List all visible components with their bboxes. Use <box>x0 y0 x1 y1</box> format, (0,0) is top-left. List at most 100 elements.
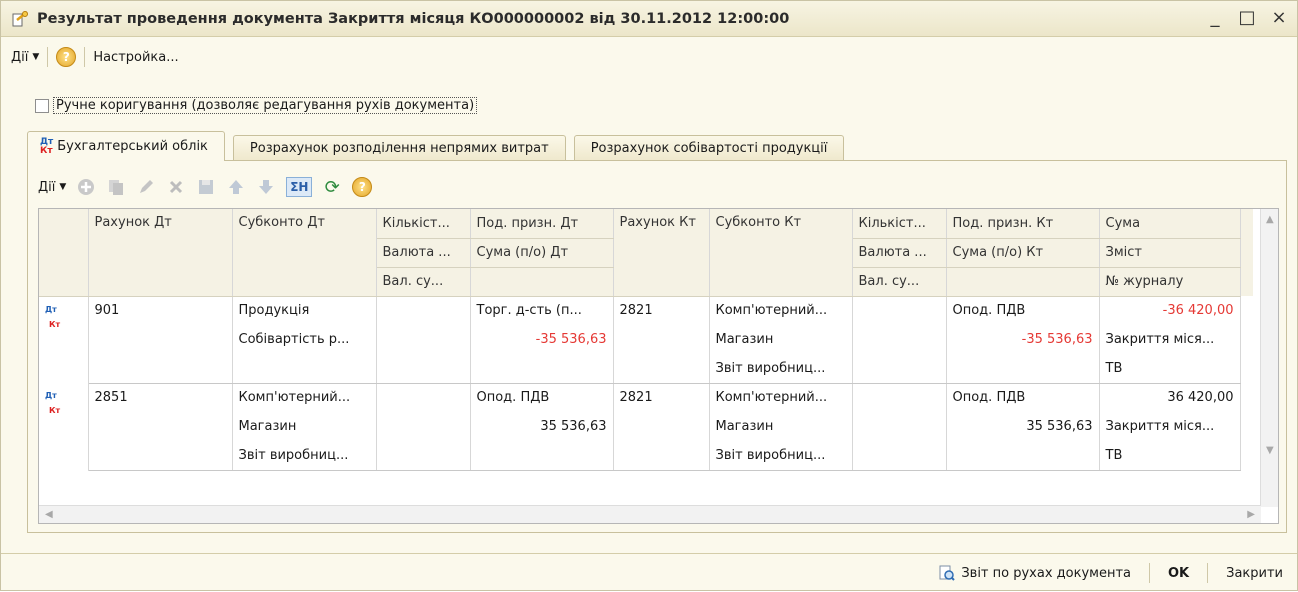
cell-dt-subconto[interactable]: Комп'ютерний... <box>232 383 377 412</box>
column-header-kt-account[interactable]: Рахунок Кт <box>613 209 710 297</box>
cell-kt-account[interactable] <box>613 354 710 384</box>
ok-button[interactable]: OK <box>1168 566 1189 581</box>
vertical-scrollbar[interactable]: ▲ ▼ <box>1260 209 1278 507</box>
cell-dt-subconto[interactable]: Собівартість р... <box>232 325 377 354</box>
edit-pencil-icon[interactable] <box>136 177 156 197</box>
scroll-right-icon[interactable]: ▶ <box>1247 509 1255 520</box>
cell-kt-quantity[interactable] <box>852 354 947 384</box>
column-header-dt-account[interactable]: Рахунок Дт <box>88 209 233 297</box>
refresh-icon[interactable]: ⟳ <box>322 177 342 198</box>
cell-dt-subconto[interactable]: Продукція <box>232 296 377 325</box>
cell-kt-attr[interactable]: Опод. ПДВ <box>946 383 1100 412</box>
table-row[interactable]: Дт Кт 2851 Комп'ютерний... Опод. ПДВ 2821 Комп… <box>39 383 1253 470</box>
cell-kt-subconto[interactable]: Комп'ютерний... <box>709 296 853 325</box>
cell-dt-quantity[interactable] <box>376 412 471 441</box>
column-header-kt-quantity[interactable]: Кількіст... <box>852 209 947 239</box>
delete-icon[interactable] <box>166 177 186 197</box>
table-row[interactable]: Дт Кт 901 Продукція Торг. д-сть (п... 2821 Ком… <box>39 296 1253 383</box>
close-button[interactable]: × <box>1269 7 1289 28</box>
cell-dt-attr[interactable] <box>470 354 614 384</box>
movements-grid[interactable]: Рахунок Дт Субконто Дт Кількіст... Под. при… <box>38 208 1279 524</box>
cell-dt-subconto[interactable]: Звіт виробниц... <box>232 441 377 471</box>
minimize-button[interactable]: _ <box>1205 7 1225 28</box>
cell-kt-quantity[interactable] <box>852 441 947 471</box>
scroll-left-icon[interactable]: ◀ <box>45 509 53 520</box>
cell-dt-account[interactable] <box>88 412 233 441</box>
cell-dt-account[interactable] <box>88 441 233 471</box>
cell-dt-subconto[interactable]: Магазин <box>232 412 377 441</box>
column-header-kt-attr[interactable]: Сума (п/о) Кт <box>946 238 1100 268</box>
horizontal-scrollbar[interactable]: ◀ ▶ <box>39 505 1261 523</box>
cell-dt-subconto[interactable] <box>232 354 377 384</box>
cell-kt-attr[interactable]: 35 536,63 <box>946 412 1100 441</box>
close-dialog-button[interactable]: Закрити <box>1226 566 1283 581</box>
cell-kt-attr[interactable] <box>946 441 1100 471</box>
cell-kt-attr[interactable]: -35 536,63 <box>946 325 1100 354</box>
cell-amount[interactable]: ТВ <box>1099 354 1241 384</box>
cell-dt-quantity[interactable] <box>376 354 471 384</box>
cell-dt-attr[interactable]: Опод. ПДВ <box>470 383 614 412</box>
manual-adjust-label[interactable]: Ручне коригування (дозволяє редагування … <box>53 97 478 114</box>
column-header-kt-subconto[interactable]: Субконто Кт <box>709 209 853 297</box>
cell-kt-account[interactable]: 2821 <box>613 296 710 325</box>
cell-kt-quantity[interactable] <box>852 296 947 325</box>
column-header-kt-quantity[interactable]: Вал. су... <box>852 267 947 297</box>
help-icon[interactable]: ? <box>56 47 77 67</box>
cell-kt-subconto[interactable]: Комп'ютерний... <box>709 383 853 412</box>
cell-kt-account[interactable]: 2821 <box>613 383 710 412</box>
cell-kt-subconto[interactable]: Звіт виробниц... <box>709 441 853 471</box>
cell-dt-attr[interactable]: Торг. д-сть (п... <box>470 296 614 325</box>
move-down-icon[interactable] <box>256 177 276 197</box>
cell-kt-subconto[interactable]: Звіт виробниц... <box>709 354 853 384</box>
table-row[interactable]: Собівартість р... -35 536,63 Магазин -35 53… <box>39 325 1253 354</box>
tab-accounting[interactable]: Дт Кт Бухгалтерський облік <box>27 131 225 161</box>
tab-production-cost[interactable]: Розрахунок собівартості продукції <box>573 135 845 161</box>
move-up-icon[interactable] <box>226 177 246 197</box>
cell-kt-quantity[interactable] <box>852 412 947 441</box>
cell-amount[interactable]: 36 420,00 <box>1099 383 1241 412</box>
cell-amount[interactable]: Закриття міся... <box>1099 325 1241 354</box>
column-header-dt-quantity[interactable]: Кількіст... <box>376 209 471 239</box>
column-header-dt-quantity[interactable]: Валюта ... <box>376 238 471 268</box>
column-header-dt-attr[interactable] <box>470 267 614 297</box>
cell-dt-quantity[interactable] <box>376 325 471 354</box>
column-header-amount[interactable]: № журналу <box>1099 267 1241 297</box>
column-header-dt-attr[interactable]: Под. призн. Дт <box>470 209 614 239</box>
manual-adjust-checkbox[interactable] <box>35 98 49 113</box>
cell-amount[interactable]: ТВ <box>1099 441 1241 471</box>
column-header-dt-subconto[interactable]: Субконто Дт <box>232 209 377 297</box>
table-row[interactable]: Звіт виробниц... Звіт виробниц... ТВ <box>39 441 1253 471</box>
copy-row-icon[interactable] <box>106 177 126 197</box>
scroll-down-icon[interactable]: ▼ <box>1266 445 1274 456</box>
cell-dt-quantity[interactable] <box>376 296 471 325</box>
cell-dt-account[interactable]: 2851 <box>88 383 233 412</box>
table-row[interactable]: Магазин 35 536,63 Магазин 35 536,63 Закриття… <box>39 412 1253 441</box>
cell-kt-attr[interactable] <box>946 354 1100 384</box>
cell-dt-account[interactable]: 901 <box>88 296 233 325</box>
movements-report-button[interactable]: Звіт по рухах документа <box>939 565 1131 581</box>
cell-kt-quantity[interactable] <box>852 325 947 354</box>
column-header-dt-quantity[interactable]: Вал. су... <box>376 267 471 297</box>
cell-dt-quantity[interactable] <box>376 441 471 471</box>
grid-actions-menu-button[interactable]: Дії ▼ <box>38 180 66 195</box>
cell-kt-quantity[interactable] <box>852 383 947 412</box>
cell-kt-subconto[interactable]: Магазин <box>709 412 853 441</box>
column-header-amount[interactable]: Зміст <box>1099 238 1241 268</box>
save-disk-icon[interactable] <box>196 177 216 197</box>
column-header-amount[interactable]: Сума <box>1099 209 1241 239</box>
cell-dt-account[interactable] <box>88 325 233 354</box>
maximize-button[interactable]: □ <box>1237 7 1257 28</box>
cell-dt-attr[interactable]: 35 536,63 <box>470 412 614 441</box>
cell-amount[interactable]: Закриття міся... <box>1099 412 1241 441</box>
cell-amount[interactable]: -36 420,00 <box>1099 296 1241 325</box>
title-bar[interactable]: Результат проведення документа Закриття … <box>1 1 1297 37</box>
cell-dt-attr[interactable]: -35 536,63 <box>470 325 614 354</box>
actions-menu-button[interactable]: Дії ▼ <box>11 50 39 65</box>
cell-kt-attr[interactable]: Опод. ПДВ <box>946 296 1100 325</box>
cell-kt-subconto[interactable]: Магазин <box>709 325 853 354</box>
cell-dt-attr[interactable] <box>470 441 614 471</box>
help-icon[interactable]: ? <box>352 177 373 197</box>
cell-dt-quantity[interactable] <box>376 383 471 412</box>
tab-indirect-costs[interactable]: Розрахунок розподілення непрямих витрат <box>232 135 566 161</box>
add-row-icon[interactable] <box>76 177 96 197</box>
